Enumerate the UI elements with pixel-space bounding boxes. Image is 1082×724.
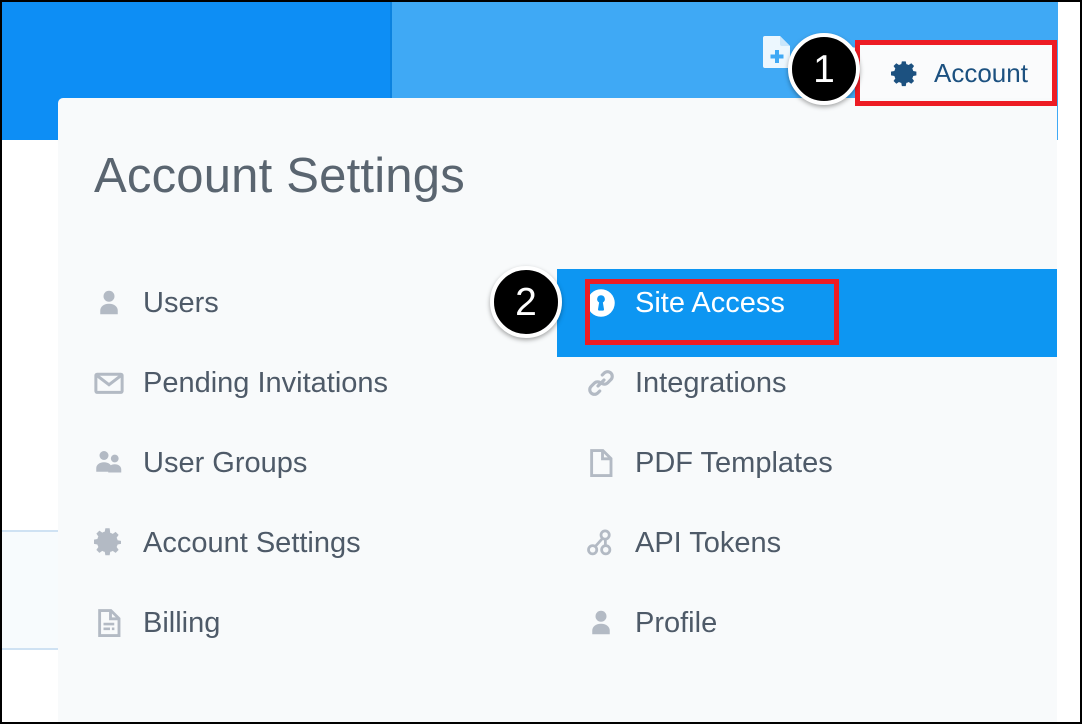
menu-item-label: Users [143,286,219,319]
menu-item-pdf-templates[interactable]: PDF Templates [586,423,833,503]
document-icon [586,448,616,478]
menu-item-profile[interactable]: Profile [586,583,717,663]
account-settings-dropdown-panel: Account Settings Users Site Access Pendi… [58,98,1057,722]
screenshot-root: Create a New Article Account Account Set… [0,0,1082,724]
gear-icon [891,59,920,88]
menu-item-label: API Tokens [635,526,782,559]
menu-item-label: Account Settings [143,526,361,559]
menu-item-pending-invitations[interactable]: Pending Invitations [94,343,388,423]
menu-item-api-tokens[interactable]: API Tokens [586,503,781,583]
menu-row: Pending Invitations Integrations [58,343,1057,423]
menu-item-label: Integrations [635,366,787,399]
menu-row: Billing Profile [58,583,1057,663]
annotation-badge-2: 2 [490,266,562,338]
background-content-card [2,530,58,650]
menu-row: Account Settings API Tokens [58,503,1057,583]
user-icon [586,608,616,638]
account-button-label: Account [934,58,1028,88]
menu-item-label: Pending Invitations [143,366,389,399]
file-plus-icon [763,36,791,68]
envelope-icon [94,368,124,398]
annotation-badge-1: 1 [788,33,860,105]
link-chain-icon [586,368,616,398]
account-button[interactable]: Account [858,43,1054,103]
user-icon [94,288,124,318]
menu-item-label: Site Access [635,286,785,319]
menu-item-integrations[interactable]: Integrations [586,343,787,423]
gear-icon [94,528,124,558]
invoice-icon [94,608,124,638]
lock-keyhole-icon [586,288,616,318]
menu-item-account-settings[interactable]: Account Settings [94,503,361,583]
api-nodes-icon [586,528,616,558]
account-settings-menu: Users Site Access Pending Invitations In… [58,263,1057,663]
menu-item-label: Profile [635,606,718,639]
menu-row: User Groups PDF Templates [58,423,1057,503]
menu-item-label: User Groups [143,446,308,479]
menu-item-label: PDF Templates [635,446,833,479]
menu-item-label: Billing [143,606,221,639]
menu-item-users[interactable]: Users [94,263,219,343]
page-title: Account Settings [94,149,465,203]
users-group-icon [94,448,124,478]
menu-item-billing[interactable]: Billing [94,583,220,663]
menu-item-user-groups[interactable]: User Groups [94,423,307,503]
menu-item-site-access[interactable]: Site Access [586,263,785,343]
